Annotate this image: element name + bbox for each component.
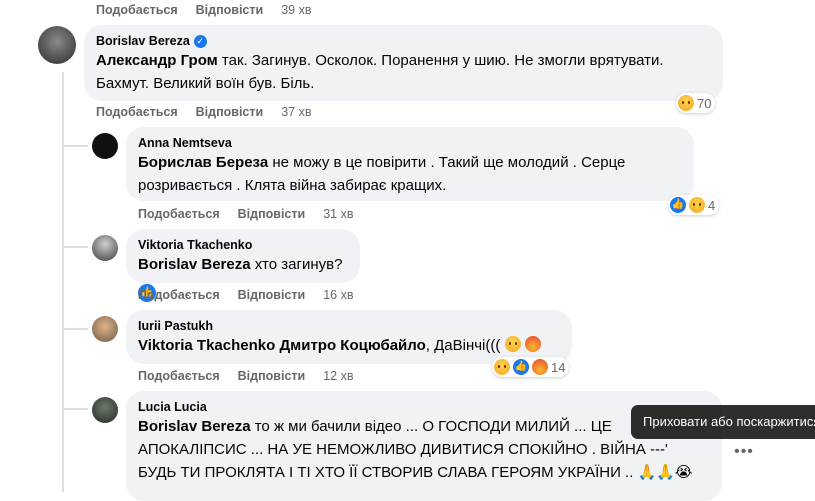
comment-author[interactable]: Viktoria Tkachenko xyxy=(138,237,348,253)
comment-actions: Подобається Відповісти 31 хв xyxy=(138,207,353,221)
sad-reaction-icon xyxy=(678,95,694,111)
like-link[interactable]: Подобається xyxy=(96,3,178,17)
reaction-count: 14 xyxy=(551,359,566,375)
avatar[interactable] xyxy=(92,235,118,261)
mention-link[interactable]: Александр Гром xyxy=(96,52,218,69)
thread-branch xyxy=(62,145,88,147)
comment-actions: Подобається Відповісти 16 хв xyxy=(138,288,353,302)
comment-text-line3: БУДЬ ТИ ПРОКЛЯТА І ТІ ХТО ЇЇ СТВОРИВ СЛА… xyxy=(138,464,693,481)
comment-text-line2: Бахмут. Великий воїн був. Біль. xyxy=(96,75,315,92)
reply-link[interactable]: Відповісти xyxy=(196,3,264,17)
like-reaction-icon: 👍 xyxy=(513,359,529,375)
timestamp[interactable]: 31 хв xyxy=(323,207,353,221)
comment-text: Александр Гром так. Загинув. Осколок. По… xyxy=(96,49,711,95)
comment-author[interactable]: Iurii Pastukh xyxy=(138,318,560,334)
reaction-summary[interactable]: 70 xyxy=(676,93,716,113)
comment-actions: Подобається Відповісти 37 хв xyxy=(96,105,311,119)
comment-actions-top: Подобається Відповісти 39 хв xyxy=(96,3,311,17)
timestamp[interactable]: 12 хв xyxy=(323,369,353,383)
comment-author-wrap: Borislav Bereza ✓ xyxy=(96,33,711,49)
reaction-summary[interactable]: 👍 4 xyxy=(668,195,720,215)
comment-text-line2: розривається . Клята війна забирає кращи… xyxy=(138,177,447,194)
comment-bubble: Anna Nemtseva Борислав Береза не можу в … xyxy=(126,127,694,201)
mention-link[interactable]: Borislav Bereza xyxy=(138,418,251,435)
timestamp[interactable]: 16 хв xyxy=(323,288,353,302)
comment-text-line1: так. Загинув. Осколок. Поранення у шию. … xyxy=(217,52,664,69)
thread-line xyxy=(62,72,64,492)
sad-emoji-icon xyxy=(504,336,521,352)
comment-author[interactable]: Lucia Lucia xyxy=(138,399,710,415)
thread-branch xyxy=(62,408,88,410)
thread-branch xyxy=(62,246,88,248)
comment-text-line1: то ж ми бачили відео ... О ГОСПОДИ МИЛИЙ… xyxy=(250,418,612,435)
comment-text: Борислав Береза не можу в це повірити . … xyxy=(138,151,682,197)
timestamp[interactable]: 39 хв xyxy=(281,3,311,17)
sad-reaction-icon xyxy=(689,197,705,213)
comment-text: Borislav Bereza то ж ми бачили відео ...… xyxy=(138,415,710,484)
reply-link[interactable]: Відповісти xyxy=(238,207,306,221)
comment-text-line1: , ДаВінчі((( xyxy=(425,337,501,354)
like-reaction-icon: 👍 xyxy=(670,197,686,213)
avatar[interactable] xyxy=(92,397,118,423)
angry-reaction-icon xyxy=(532,359,548,375)
like-link[interactable]: Подобається xyxy=(138,369,220,383)
reply-link[interactable]: Відповісти xyxy=(238,369,306,383)
timestamp[interactable]: 37 хв xyxy=(281,105,311,119)
thread-branch xyxy=(62,328,88,330)
mention-link[interactable]: Дмитро Коцюбайло xyxy=(279,337,425,354)
comment-actions: Подобається Відповісти 12 хв xyxy=(138,369,353,383)
sad-reaction-icon xyxy=(494,359,510,375)
avatar[interactable] xyxy=(92,316,118,342)
verified-badge-icon: ✓ xyxy=(193,34,207,48)
mention-link[interactable]: Борислав Береза xyxy=(138,154,268,171)
comment-text-line1: не можу в це повірити . Такий ще молодий… xyxy=(268,154,626,171)
reply-link[interactable]: Відповісти xyxy=(196,105,264,119)
mention-link[interactable]: Viktoria Tkachenko xyxy=(138,337,275,354)
reaction-summary[interactable]: 👍 14 xyxy=(492,357,570,377)
avatar[interactable] xyxy=(92,133,118,159)
comment-bubble: Borislav Bereza ✓ Александр Гром так. За… xyxy=(84,25,723,101)
like-link[interactable]: Подобається xyxy=(138,207,220,221)
angry-emoji-icon xyxy=(524,336,541,352)
mention-link[interactable]: Borislav Bereza xyxy=(138,256,251,273)
avatar[interactable] xyxy=(38,26,76,64)
comment-text-line1: хто загинув? xyxy=(250,256,343,273)
comment-text-line2: АПОКАЛІПСИС ... НА УЕ НЕМОЖЛИВО ДИВИТИСЯ… xyxy=(138,441,668,458)
comment-author[interactable]: Borislav Bereza xyxy=(96,33,190,49)
comment-bubble: Iurii Pastukh Viktoria Tkachenko Дмитро … xyxy=(126,310,572,364)
more-options-icon[interactable]: ••• xyxy=(728,438,760,466)
reaction-count: 4 xyxy=(708,197,716,213)
like-link[interactable]: Подобається xyxy=(96,105,178,119)
tooltip: Приховати або поскаржитися xyxy=(631,405,815,439)
reply-link[interactable]: Відповісти xyxy=(238,288,306,302)
reaction-count: 70 xyxy=(697,95,712,111)
comment-bubble: Viktoria Tkachenko Borislav Bereza хто з… xyxy=(126,229,360,302)
comment-text: Viktoria Tkachenko Дмитро Коцюбайло, ДаВ… xyxy=(138,334,560,357)
comment-author[interactable]: Anna Nemtseva xyxy=(138,135,682,151)
like-link[interactable]: Подобається xyxy=(138,288,220,302)
